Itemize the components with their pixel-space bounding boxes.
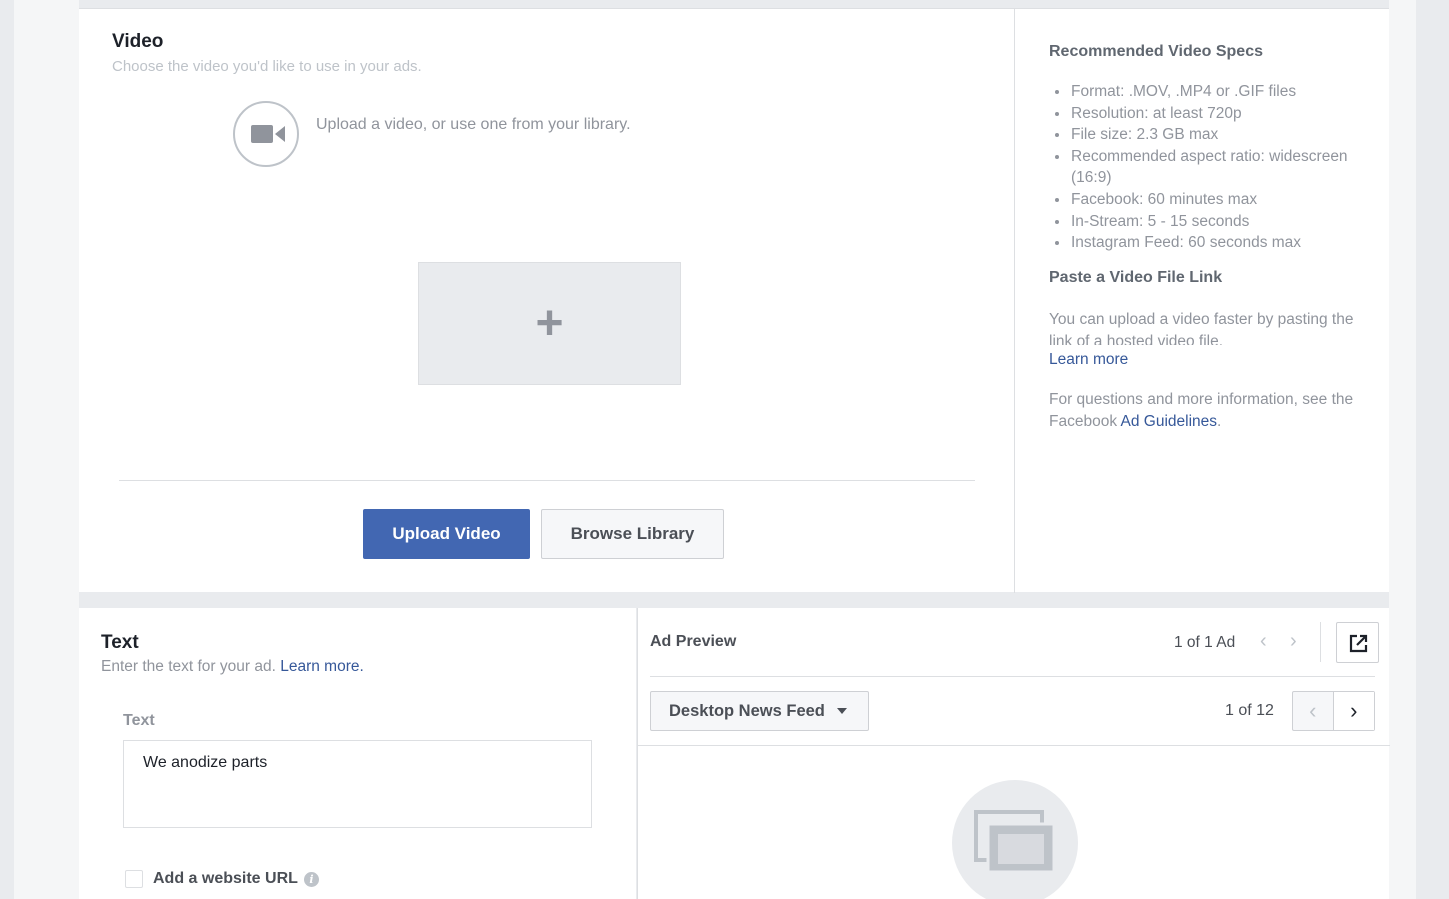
spec-item: Recommended aspect ratio: widescreen (16…	[1049, 146, 1369, 189]
text-subtitle: Enter the text for your ad. Learn more.	[101, 658, 364, 676]
text-title: Text	[101, 632, 139, 653]
prev-ad-icon[interactable]: ‹	[1260, 630, 1267, 653]
guidelines-text: For questions and more information, see …	[1049, 389, 1369, 432]
chevron-down-icon	[836, 708, 847, 714]
spec-item: Instagram Feed: 60 seconds max	[1049, 232, 1369, 254]
add-url-label: Add a website URL	[153, 870, 298, 887]
divider	[1320, 622, 1321, 662]
text-field-label: Text	[123, 712, 155, 729]
divider	[650, 676, 1375, 677]
upload-video-button[interactable]: Upload Video	[363, 509, 530, 559]
video-camera-icon	[233, 101, 299, 167]
spec-item: Facebook: 60 minutes max	[1049, 189, 1369, 211]
spec-item: Format: .MOV, .MP4 or .GIF files	[1049, 81, 1369, 103]
video-card: Video Choose the video you'd like to use…	[79, 8, 1389, 593]
text-subtitle-label: Enter the text for your ad.	[101, 658, 276, 675]
info-icon[interactable]: i	[303, 871, 319, 887]
preview-placeholder-icon	[952, 780, 1078, 899]
spec-item: Resolution: at least 720p	[1049, 103, 1369, 125]
add-url-checkbox[interactable]	[125, 870, 143, 888]
external-link-icon	[1349, 634, 1368, 653]
plus-icon: +	[535, 297, 564, 350]
video-subtitle: Choose the video you'd like to use in yo…	[112, 58, 422, 75]
ad-preview-title: Ad Preview	[650, 633, 737, 650]
placement-value: Desktop News Feed	[669, 701, 825, 720]
divider	[638, 745, 1390, 746]
specs-title: Recommended Video Specs	[1049, 43, 1263, 60]
next-ad-icon[interactable]: ›	[1290, 630, 1297, 653]
prev-placement-button[interactable]: ‹	[1293, 692, 1334, 730]
left-gutter	[14, 0, 79, 899]
text-card: Text Enter the text for your ad. Learn m…	[79, 608, 636, 899]
placement-pager: ‹ ›	[1292, 691, 1375, 731]
browse-library-button[interactable]: Browse Library	[541, 509, 724, 559]
guidelines-period: .	[1217, 412, 1222, 430]
next-placement-button[interactable]: ›	[1333, 692, 1374, 730]
divider	[119, 480, 975, 481]
spec-item: File size: 2.3 GB max	[1049, 124, 1369, 146]
paste-link-title: Paste a Video File Link	[1049, 269, 1223, 286]
ad-guidelines-link[interactable]: Ad Guidelines	[1121, 413, 1218, 430]
upload-hint: Upload a video, or use one from your lib…	[316, 116, 631, 133]
add-url-row: Add a website URL i	[125, 870, 319, 888]
spec-item: In-Stream: 5 - 15 seconds	[1049, 211, 1369, 233]
right-gutter	[1389, 0, 1416, 899]
video-pane: Video Choose the video you'd like to use…	[79, 9, 1014, 593]
ad-preview-card: Ad Preview 1 of 1 Ad ‹ › Desktop News Fe…	[637, 608, 1390, 899]
video-specs-pane: Recommended Video Specs Format: .MOV, .M…	[1014, 9, 1389, 593]
paste-link-text: You can upload a video faster by pasting…	[1049, 311, 1354, 345]
video-dropzone[interactable]: +	[418, 262, 681, 385]
paste-learn-more-link[interactable]: Learn more	[1049, 351, 1128, 369]
video-title: Video	[112, 31, 164, 52]
placement-dropdown[interactable]: Desktop News Feed	[650, 691, 869, 731]
ad-count: 1 of 1 Ad	[1174, 634, 1236, 651]
text-learn-more-link[interactable]: Learn more.	[280, 658, 364, 675]
open-preview-external-button[interactable]	[1336, 622, 1379, 663]
ad-text-input[interactable]: We anodize parts	[123, 740, 592, 828]
placement-count: 1 of 12	[1225, 702, 1274, 719]
specs-list: Format: .MOV, .MP4 or .GIF files Resolut…	[1049, 81, 1369, 254]
